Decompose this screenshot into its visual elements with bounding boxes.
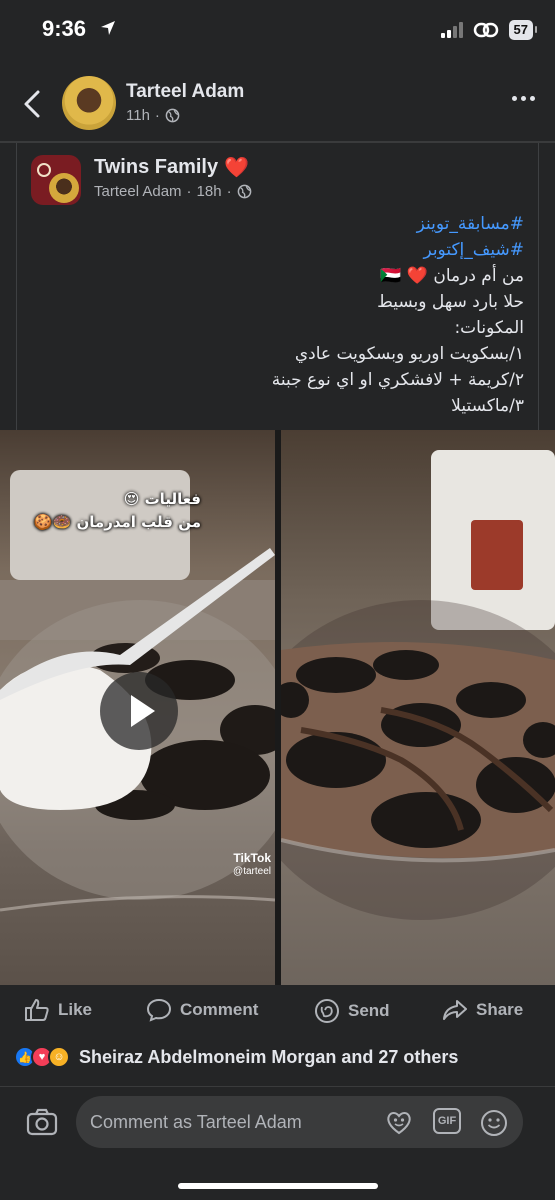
avatar-sticker-icon[interactable] — [384, 1108, 414, 1136]
post-line: من أم درمان ❤️ 🇸🇩 — [380, 266, 524, 286]
care-reaction-icon: ☺ — [48, 1046, 70, 1068]
globe-icon — [237, 184, 251, 199]
share-button[interactable]: Share — [442, 998, 523, 1022]
gif-icon[interactable]: GIF — [433, 1108, 461, 1134]
status-indicators: 57 — [440, 20, 538, 40]
page-name[interactable]: Twins Family ❤️ — [94, 155, 249, 180]
more-options-icon[interactable] — [512, 96, 535, 101]
post-line: ٢/كريمة + لافشكري او اي نوع جبنة — [271, 370, 524, 390]
thumbs-up-icon — [25, 999, 49, 1021]
comment-input[interactable] — [90, 1108, 380, 1136]
share-arrow-icon — [443, 1000, 467, 1020]
media-gallery: فعاليات 😍 من قلب امدرمان 🍩🍪 TikTok @tart… — [0, 430, 555, 985]
post-line: ٣/ماكستيلا — [451, 396, 524, 416]
post-line: ١/بسكويت اوريو وبسكويت عادي — [294, 344, 524, 364]
post-actions: Like Comment Send Share — [0, 985, 555, 1037]
page-name-text: Twins Family — [94, 156, 219, 178]
hotspot-link-icon — [473, 22, 498, 38]
comment-input-field[interactable]: GIF — [76, 1096, 523, 1148]
comment-bar: GIF — [0, 1096, 555, 1148]
camera-icon[interactable] — [26, 1108, 58, 1136]
back-arrow-icon[interactable] — [18, 86, 46, 122]
post-line: حلا بارد سهل وبسيط — [377, 292, 524, 312]
post-line: المكونات: — [454, 318, 524, 338]
globe-icon — [165, 108, 180, 123]
reaction-text: Sheiraz Abdelmoneim Morgan and 27 others — [79, 1046, 459, 1067]
shared-post: Twins Family ❤️ Tarteel Adam · 18h · #مس… — [16, 143, 539, 430]
page-avatar[interactable] — [31, 155, 81, 205]
post-body: #مسابقة_توينز #شيف_إكتوبر من أم درمان ❤️… — [44, 211, 524, 419]
play-button[interactable] — [100, 672, 178, 750]
status-time: 9:36 — [42, 16, 87, 41]
dessert-photo-image — [281, 450, 555, 920]
video-thumbnail[interactable]: فعاليات 😍 من قلب امدرمان 🍩🍪 TikTok @tart… — [0, 430, 275, 985]
shared-post-author[interactable]: Tarteel Adam — [94, 183, 182, 200]
tiktok-watermark: TikTok @tarteel — [233, 851, 271, 877]
messenger-icon — [315, 999, 339, 1023]
reactions-summary[interactable]: 👍 ♥ ☺ Sheiraz Abdelmoneim Morgan and 27 … — [14, 1046, 458, 1068]
battery-indicator: 57 — [508, 20, 538, 40]
comment-bubble-icon — [146, 998, 172, 1022]
location-arrow-icon — [101, 21, 115, 35]
divider — [0, 1086, 555, 1087]
post-header: Tarteel Adam 11h · — [0, 72, 555, 138]
author-name[interactable]: Tarteel Adam — [126, 81, 244, 103]
home-indicator — [178, 1183, 378, 1189]
like-button[interactable]: Like — [24, 998, 92, 1022]
video-overlay-text: فعاليات 😍 من قلب امدرمان 🍩🍪 — [33, 490, 201, 531]
shared-post-time: 18h — [196, 183, 222, 200]
comment-button[interactable]: Comment — [146, 998, 258, 1022]
cellular-signal-icon — [440, 22, 463, 38]
author-avatar[interactable] — [62, 76, 116, 130]
emoji-icon[interactable] — [479, 1108, 509, 1138]
shared-post-meta: Tarteel Adam · 18h · — [94, 183, 252, 200]
heart-icon: ❤️ — [224, 157, 250, 179]
reaction-icons: 👍 ♥ ☺ — [14, 1046, 70, 1068]
status-bar: 9:36 57 — [0, 0, 555, 62]
post-time: 11h — [126, 107, 150, 124]
send-button[interactable]: Send — [314, 998, 390, 1024]
hashtag-link[interactable]: #مسابقة_توينز — [44, 211, 524, 237]
photo-thumbnail[interactable] — [281, 430, 555, 985]
post-meta: 11h · — [126, 107, 180, 124]
hashtag-link[interactable]: #شيف_إكتوبر — [44, 237, 524, 263]
